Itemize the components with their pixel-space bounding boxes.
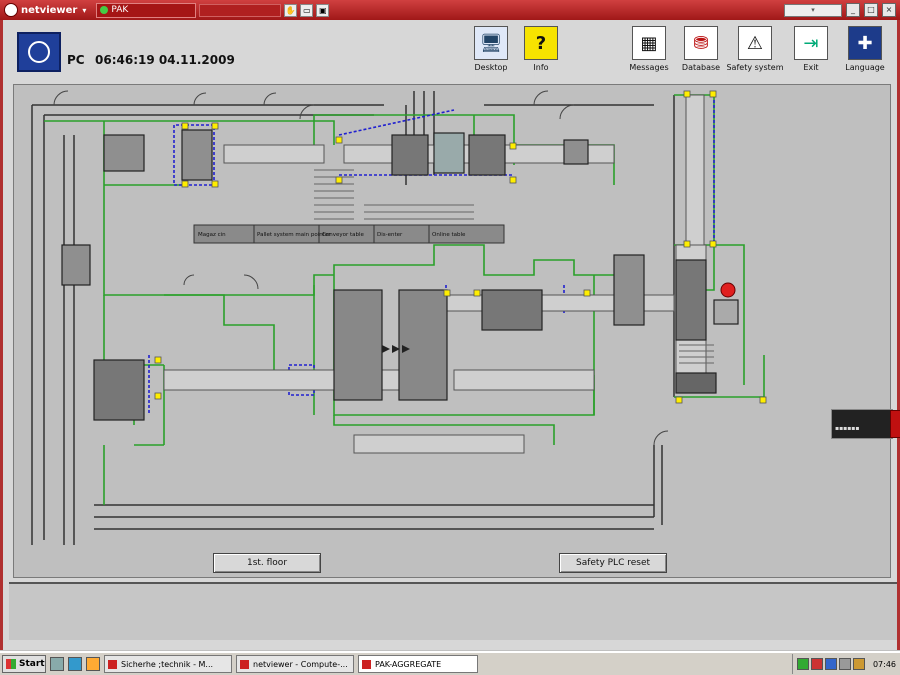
start-button[interactable]: Start	[2, 655, 46, 673]
session-label: PAK	[111, 5, 129, 15]
task-netviewer[interactable]: netviewer - Compute-...	[236, 655, 354, 673]
chevron-down-icon[interactable]: ▾	[82, 6, 86, 15]
task-pak-aggregate[interactable]: PAK-AGGREGATE	[358, 655, 478, 673]
pc-label: PC	[67, 53, 85, 67]
netviewer-menu[interactable]: netviewer ▾	[4, 3, 86, 17]
exit-label: Exit	[803, 63, 819, 72]
plant-floorplan: Magaz cin Pallet system main pointer Con…	[31, 90, 767, 545]
safety-system-label: Safety system	[726, 63, 784, 72]
hmi-header: PC 06:46:19 04.11.2009 🖥 Desktop ? Info …	[9, 26, 895, 82]
close-button[interactable]: ×	[882, 3, 896, 17]
safety-plc-reset-button[interactable]: Safety PLC reset	[559, 553, 667, 573]
tray-update-icon[interactable]	[824, 658, 837, 670]
language-label: Language	[845, 63, 885, 72]
plant-layout-view: Magaz cin Pallet system main pointer Con…	[13, 84, 900, 578]
datetime-display: 06:46:19 04.11.2009	[95, 53, 235, 67]
status-dot-icon	[100, 6, 109, 14]
info-label: Info	[533, 63, 549, 72]
database-label: Database	[681, 63, 721, 72]
app-name: netviewer	[21, 4, 78, 16]
database-icon: ⛃	[684, 26, 718, 60]
tray-clock: 07:46	[872, 659, 896, 669]
quicklaunch-desktop-icon[interactable]	[50, 657, 64, 671]
netviewer-icon	[4, 3, 18, 17]
windows-logo-icon	[6, 659, 16, 669]
task-sicherheitstechnik[interactable]: Sicherhe ;technik - M...	[104, 655, 232, 673]
database-button[interactable]: ⛃ Database	[671, 26, 731, 72]
tray-volume-icon[interactable]	[838, 658, 851, 670]
safety-system-button[interactable]: ⚠ Safety system	[725, 26, 785, 72]
message-panel	[9, 582, 897, 640]
station-header-5: Online table	[432, 232, 466, 238]
messages-label: Messages	[629, 63, 669, 72]
uk-flag-icon: ✚	[848, 26, 882, 60]
tray-security-icon[interactable]	[810, 658, 823, 670]
station-header-1: Magaz cin	[198, 232, 226, 238]
tray-app-icon[interactable]	[852, 658, 865, 670]
station-header-3: Conveyor table	[322, 232, 365, 238]
popup-text: ▪▪▪▪▪▪	[835, 425, 860, 432]
monitor-icon: 🖥	[474, 26, 508, 60]
remote-window: PC 06:46:19 04.11.2009 🖥 Desktop ? Info …	[0, 20, 900, 650]
info-button[interactable]: ? Info	[511, 26, 571, 72]
screen-icon[interactable]: ▣	[316, 3, 330, 17]
messages-button[interactable]: ▦ Messages	[619, 26, 679, 72]
pointer-icon[interactable]: ✋	[284, 3, 298, 17]
start-label: Start	[19, 659, 45, 669]
system-tray: 07:46	[791, 654, 900, 674]
station-header-4: Dis-enter	[377, 232, 403, 238]
alarm-indicator[interactable]	[720, 282, 736, 298]
messages-grid-icon: ▦	[632, 26, 666, 60]
netviewer-title-bar: netviewer ▾ PAK ✋ ▭ ▣ ▾ _ □ ×	[0, 0, 900, 20]
company-logo	[17, 32, 61, 72]
minimize-button[interactable]: _	[846, 3, 860, 17]
exit-door-icon: ⇥	[794, 26, 828, 60]
exit-button[interactable]: ⇥ Exit	[781, 26, 841, 72]
question-icon: ?	[524, 26, 558, 60]
quicklaunch-browser-icon[interactable]	[68, 657, 82, 671]
popup-close-button[interactable]	[890, 410, 900, 438]
session-bar	[199, 3, 282, 17]
maximize-button[interactable]: □	[864, 3, 878, 17]
view-select[interactable]: ▾	[784, 3, 842, 17]
taskbar: Start Sicherhe ;technik - M... netviewer…	[0, 651, 900, 675]
first-floor-button[interactable]: 1st. floor	[213, 553, 321, 573]
folder-icon[interactable]: ▭	[300, 3, 314, 17]
station-header-2: Pallet system main pointer	[257, 232, 331, 238]
session-tab[interactable]: PAK	[96, 2, 197, 18]
warning-icon: ⚠	[738, 26, 772, 60]
language-button[interactable]: ✚ Language	[835, 26, 895, 72]
quicklaunch-media-icon[interactable]	[86, 657, 100, 671]
status-popup[interactable]: ▪▪▪▪▪▪	[831, 409, 900, 439]
tray-network-icon[interactable]	[796, 658, 809, 670]
